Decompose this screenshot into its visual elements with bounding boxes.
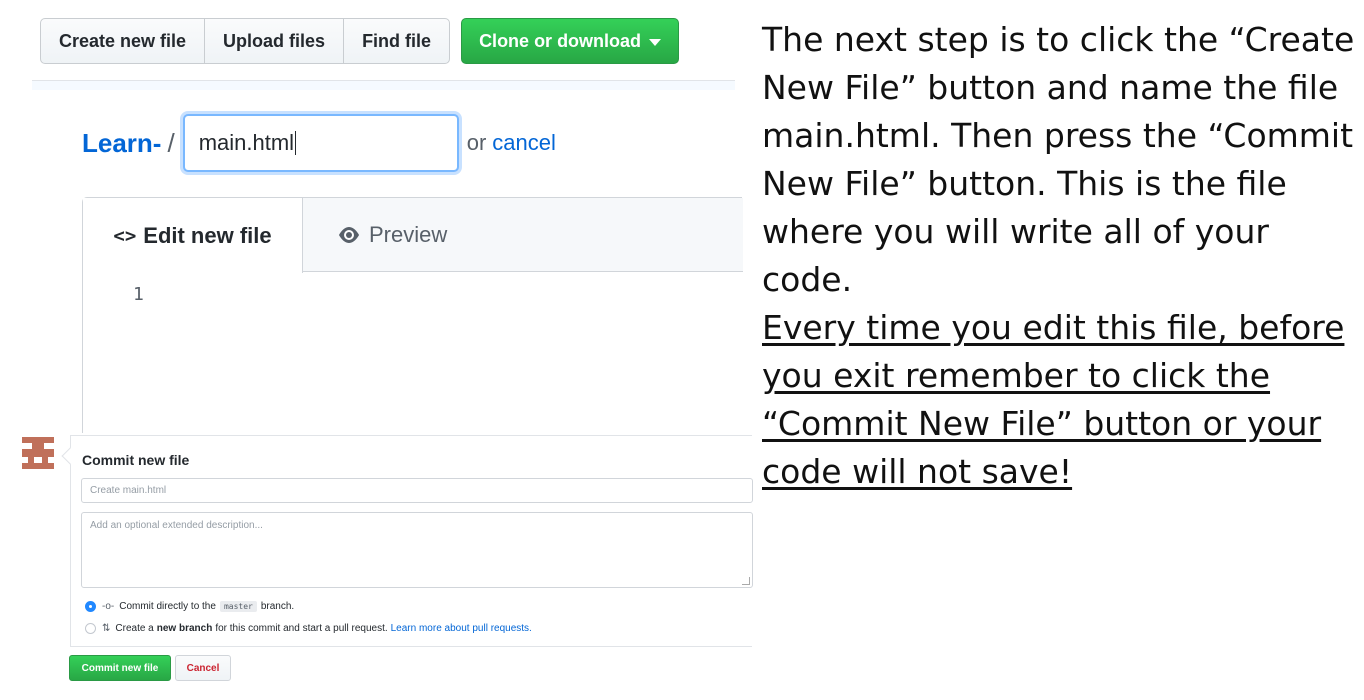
clone-or-download-button[interactable]: Clone or download xyxy=(461,18,680,64)
commit-direct-prefix: Commit directly to the xyxy=(119,600,216,612)
commit-form-title: Commit new file xyxy=(82,452,190,468)
branch-name-badge: master xyxy=(219,600,257,612)
commit-form-pointer xyxy=(61,447,79,465)
new-branch-prefix: Create a xyxy=(115,622,154,634)
commit-message-input[interactable]: Create main.html xyxy=(81,478,753,503)
git-commit-icon: -o- xyxy=(102,600,115,612)
top-divider xyxy=(32,80,735,90)
git-pull-request-icon: ⇅ xyxy=(102,622,111,634)
cancel-link[interactable]: cancel xyxy=(492,130,556,156)
new-branch-bold: new branch xyxy=(156,622,213,634)
identicon-avatar xyxy=(22,437,54,469)
tab-edit-new-file[interactable]: <> Edit new file xyxy=(83,198,303,273)
file-actions-button-group: Create new file Upload files Find file xyxy=(40,18,451,64)
caret-down-icon xyxy=(649,38,662,46)
file-editor: <> Edit new file Preview 1 xyxy=(82,197,743,433)
commit-direct-option[interactable]: -o- Commit directly to the master branch… xyxy=(85,598,294,614)
resize-grip-icon[interactable] xyxy=(742,577,750,585)
commit-description-textarea[interactable]: Add an optional extended description... xyxy=(81,512,753,588)
commit-direct-radio[interactable] xyxy=(85,600,96,612)
new-branch-option[interactable]: ⇅ Create a new branch for this commit an… xyxy=(85,620,532,636)
or-text: or xyxy=(466,130,487,155)
instruction-plain: The next step is to click the “Create Ne… xyxy=(762,20,1355,299)
create-new-file-button[interactable]: Create new file xyxy=(41,19,206,63)
commit-direct-suffix: branch. xyxy=(260,600,295,612)
tab-preview[interactable]: Preview xyxy=(303,198,447,272)
instruction-warning: Every time you edit this file, before yo… xyxy=(762,308,1345,491)
commit-description-placeholder: Add an optional extended description... xyxy=(90,520,263,531)
commit-form: Commit new file Create main.html Add an … xyxy=(61,435,753,647)
text-cursor xyxy=(295,131,297,155)
commit-form-divider xyxy=(70,646,752,647)
filename-value: main.html xyxy=(198,130,295,155)
code-icon: <> xyxy=(113,224,137,247)
file-path-row: Learn- / main.html or cancel xyxy=(82,114,556,172)
tab-preview-label: Preview xyxy=(369,222,448,247)
path-separator: / xyxy=(167,127,175,158)
new-branch-suffix: for this commit and start a pull request… xyxy=(215,622,388,634)
upload-files-button[interactable]: Upload files xyxy=(205,19,345,63)
commit-cancel-button[interactable]: Cancel xyxy=(175,655,231,681)
tab-edit-label: Edit new file xyxy=(143,222,272,248)
eye-icon xyxy=(339,227,359,243)
filename-input[interactable]: main.html xyxy=(182,114,459,172)
line-number: 1 xyxy=(133,284,144,305)
instruction-text: The next step is to click the “Create Ne… xyxy=(762,16,1362,496)
commit-new-file-button[interactable]: Commit new file xyxy=(69,655,171,681)
clone-or-download-label: Clone or download xyxy=(479,30,642,51)
new-branch-radio[interactable] xyxy=(85,622,96,634)
learn-more-pull-requests-link[interactable]: Learn more about pull requests. xyxy=(391,623,532,634)
file-toolbar: Create new file Upload files Find file C… xyxy=(40,18,680,64)
repo-link[interactable]: Learn- xyxy=(82,128,161,159)
find-file-button[interactable]: Find file xyxy=(344,19,449,63)
